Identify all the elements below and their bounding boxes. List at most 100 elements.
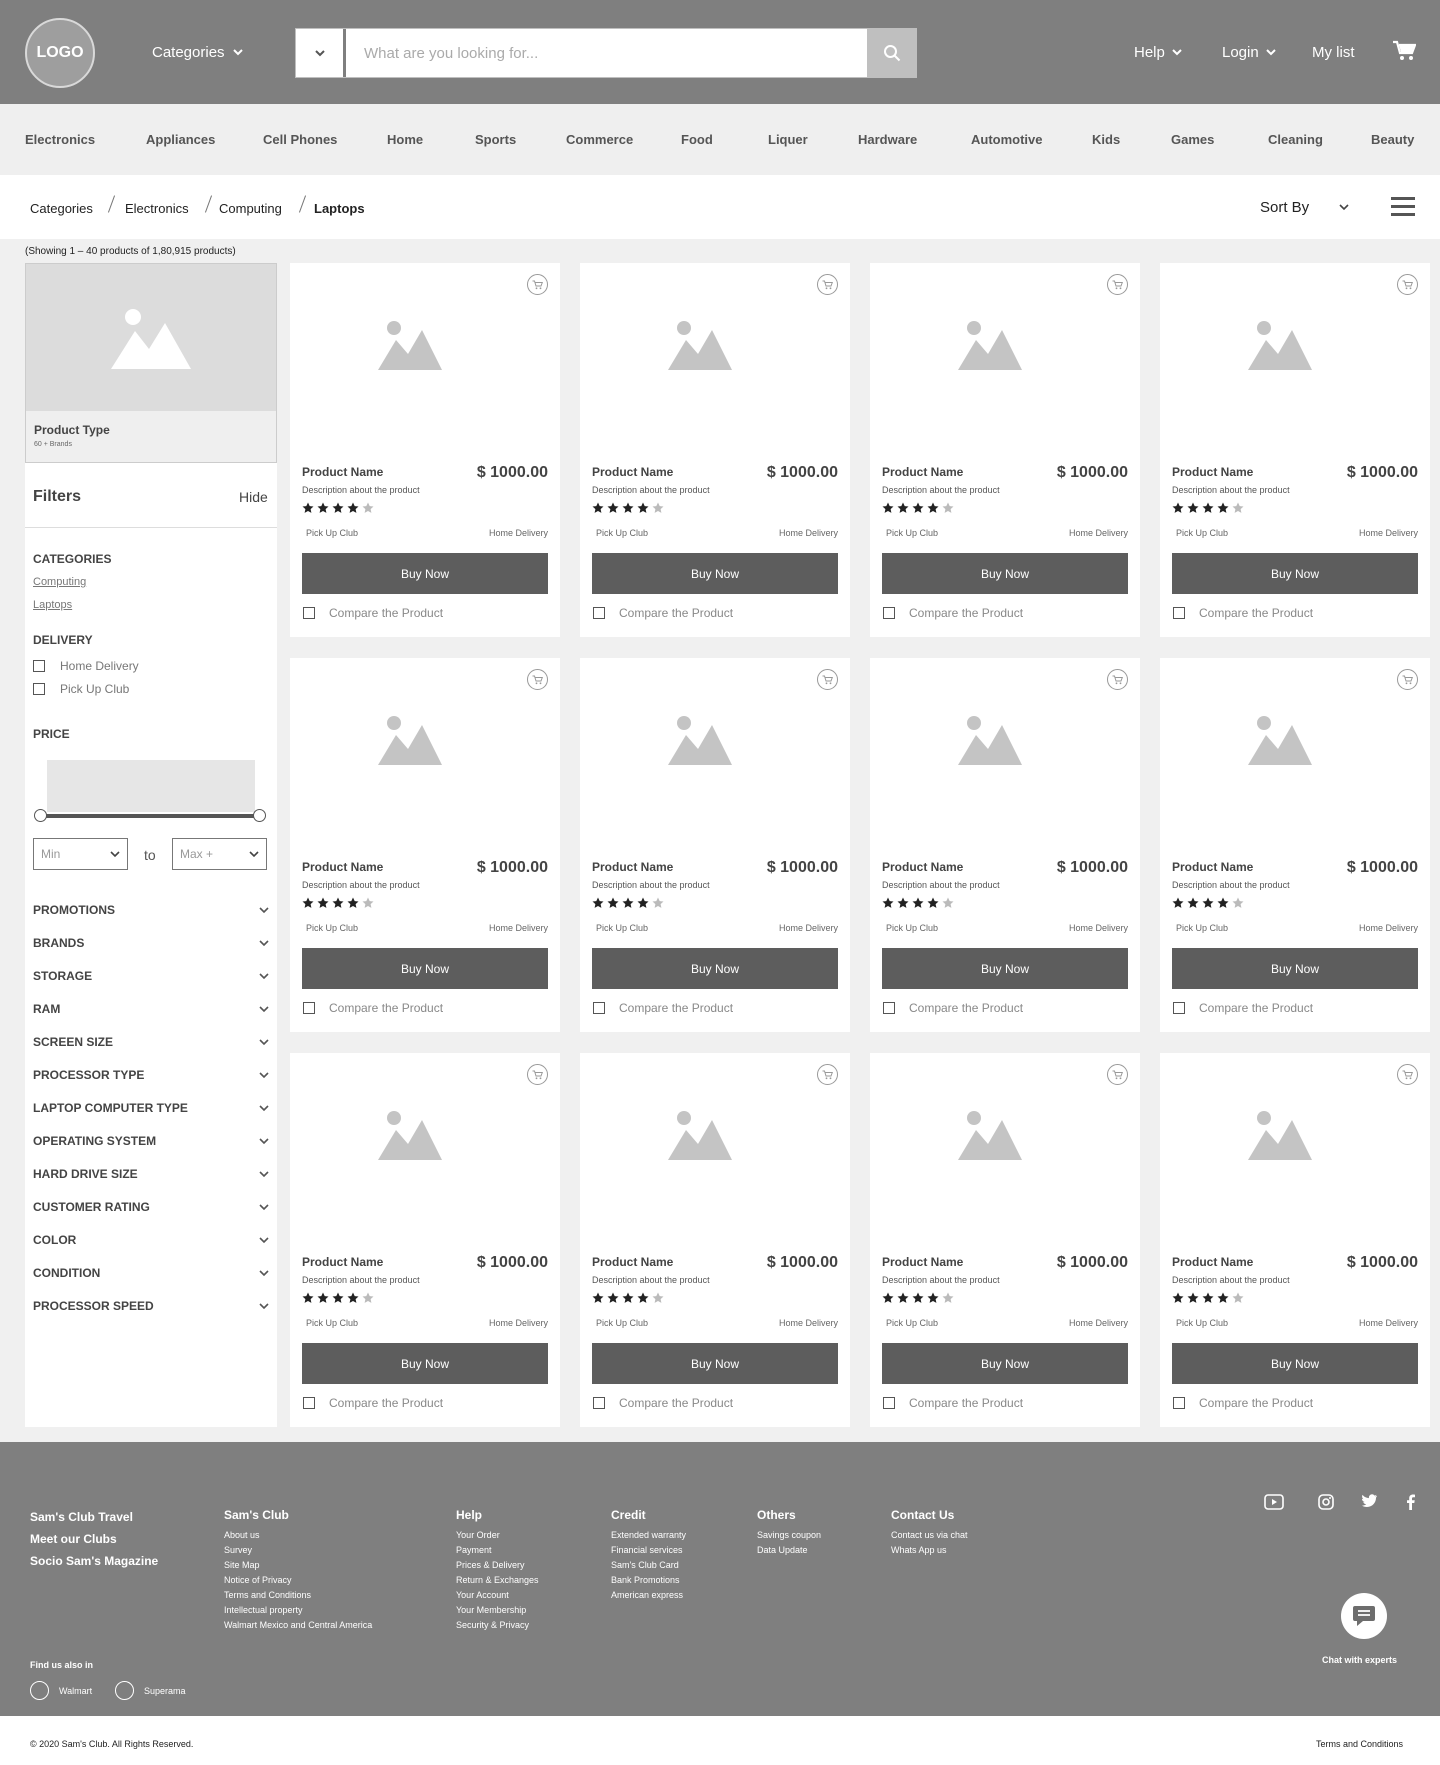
category-link-computing[interactable]: Computing <box>33 576 86 588</box>
compare-checkbox[interactable]: Compare the Product <box>593 1396 733 1410</box>
product-card[interactable]: Product Name $ 1000.00 Description about t… <box>290 1053 560 1427</box>
compare-checkbox[interactable]: Compare the Product <box>303 1396 443 1410</box>
checkbox[interactable] <box>593 1397 605 1409</box>
footer-link[interactable]: Your Membership <box>456 1603 539 1618</box>
accordion-customer-rating[interactable]: CUSTOMER RATING <box>33 1200 269 1214</box>
footer-link[interactable]: Extended warranty <box>611 1528 686 1543</box>
footer-link[interactable]: Intellectual property <box>224 1603 372 1618</box>
footer-link[interactable]: Walmart Mexico and Central America <box>224 1618 372 1633</box>
buy-now-button[interactable]: Buy Now <box>592 948 838 989</box>
product-name[interactable]: Product Name <box>882 1255 963 1269</box>
accordion-brands[interactable]: BRANDS <box>33 936 269 950</box>
product-card[interactable]: Product Name $ 1000.00 Description about t… <box>290 658 560 1032</box>
breadcrumb-computing[interactable]: Computing <box>219 201 282 216</box>
compare-checkbox[interactable]: Compare the Product <box>303 606 443 620</box>
nav-item-food[interactable]: Food <box>681 132 713 147</box>
accordion-processor-speed[interactable]: PROCESSOR SPEED <box>33 1299 269 1313</box>
accordion-hard-drive-size[interactable]: HARD DRIVE SIZE <box>33 1167 269 1181</box>
chat-button[interactable] <box>1341 1593 1387 1639</box>
buy-now-button[interactable]: Buy Now <box>302 948 548 989</box>
footer-link[interactable]: Payment <box>456 1543 539 1558</box>
checkbox[interactable] <box>303 1397 315 1409</box>
checkbox[interactable] <box>1173 1002 1185 1014</box>
search-category-dropdown[interactable] <box>296 29 346 77</box>
buy-now-button[interactable]: Buy Now <box>882 1343 1128 1384</box>
compare-checkbox[interactable]: Compare the Product <box>593 606 733 620</box>
footer-link[interactable]: Bank Promotions <box>611 1573 686 1588</box>
checkbox[interactable] <box>1173 607 1185 619</box>
breadcrumb-laptops[interactable]: Laptops <box>314 201 365 216</box>
sort-by-dropdown[interactable]: Sort By <box>1260 199 1349 216</box>
twitter-icon[interactable] <box>1362 1494 1378 1513</box>
compare-checkbox[interactable]: Compare the Product <box>883 1001 1023 1015</box>
footer-link[interactable]: About us <box>224 1528 372 1543</box>
product-card[interactable]: Product Name $ 1000.00 Description about t… <box>580 1053 850 1427</box>
footer-link-magazine[interactable]: Socio Sam's Magazine <box>30 1554 158 1568</box>
footer-link[interactable]: Whats App us <box>891 1543 968 1558</box>
nav-item-kids[interactable]: Kids <box>1092 132 1120 147</box>
add-to-cart-icon[interactable] <box>817 274 838 295</box>
accordion-screen-size[interactable]: SCREEN SIZE <box>33 1035 269 1049</box>
product-card[interactable]: Product Name $ 1000.00 Description about t… <box>870 263 1140 637</box>
add-to-cart-icon[interactable] <box>1107 1064 1128 1085</box>
accordion-condition[interactable]: CONDITION <box>33 1266 269 1280</box>
buy-now-button[interactable]: Buy Now <box>302 553 548 594</box>
add-to-cart-icon[interactable] <box>527 1064 548 1085</box>
checkbox[interactable] <box>883 1397 895 1409</box>
checkbox[interactable] <box>303 607 315 619</box>
footer-link[interactable]: Return & Exchanges <box>456 1573 539 1588</box>
accordion-color[interactable]: COLOR <box>33 1233 269 1247</box>
footer-link[interactable]: Survey <box>224 1543 372 1558</box>
add-to-cart-icon[interactable] <box>817 669 838 690</box>
checkbox[interactable] <box>33 683 45 695</box>
add-to-cart-icon[interactable] <box>1107 274 1128 295</box>
accordion-storage[interactable]: STORAGE <box>33 969 269 983</box>
product-type-card[interactable]: Product Type 60 + Brands <box>25 263 277 463</box>
facebook-icon[interactable] <box>1406 1494 1415 1515</box>
footer-link[interactable]: Prices & Delivery <box>456 1558 539 1573</box>
find-walmart-link[interactable]: Walmart <box>30 1681 92 1700</box>
compare-checkbox[interactable]: Compare the Product <box>883 606 1023 620</box>
product-card[interactable]: Product Name $ 1000.00 Description about t… <box>1160 658 1430 1032</box>
product-card[interactable]: Product Name $ 1000.00 Description about t… <box>870 1053 1140 1427</box>
nav-item-appliances[interactable]: Appliances <box>146 132 215 147</box>
buy-now-button[interactable]: Buy Now <box>882 948 1128 989</box>
footer-link-travel[interactable]: Sam's Club Travel <box>30 1510 133 1524</box>
compare-checkbox[interactable]: Compare the Product <box>1173 606 1313 620</box>
buy-now-button[interactable]: Buy Now <box>592 1343 838 1384</box>
add-to-cart-icon[interactable] <box>1397 274 1418 295</box>
product-card[interactable]: Product Name $ 1000.00 Description about t… <box>870 658 1140 1032</box>
login-menu[interactable]: Login <box>1222 44 1276 61</box>
add-to-cart-icon[interactable] <box>817 1064 838 1085</box>
footer-link-clubs[interactable]: Meet our Clubs <box>30 1532 117 1546</box>
product-name[interactable]: Product Name <box>592 1255 673 1269</box>
price-min-handle[interactable] <box>34 809 47 822</box>
accordion-ram[interactable]: RAM <box>33 1002 269 1016</box>
checkbox[interactable] <box>1173 1397 1185 1409</box>
product-name[interactable]: Product Name <box>302 860 383 874</box>
category-link-laptops[interactable]: Laptops <box>33 599 72 611</box>
help-menu[interactable]: Help <box>1134 44 1182 61</box>
compare-checkbox[interactable]: Compare the Product <box>1173 1001 1313 1015</box>
product-name[interactable]: Product Name <box>1172 860 1253 874</box>
buy-now-button[interactable]: Buy Now <box>1172 553 1418 594</box>
compare-checkbox[interactable]: Compare the Product <box>1173 1396 1313 1410</box>
product-name[interactable]: Product Name <box>1172 1255 1253 1269</box>
product-name[interactable]: Product Name <box>302 465 383 479</box>
nav-item-sports[interactable]: Sports <box>475 132 516 147</box>
accordion-laptop-computer-type[interactable]: LAPTOP COMPUTER TYPE <box>33 1101 269 1115</box>
search-button[interactable] <box>867 29 916 77</box>
product-card[interactable]: Product Name $ 1000.00 Description about t… <box>1160 1053 1430 1427</box>
my-list-link[interactable]: My list <box>1312 44 1355 61</box>
compare-checkbox[interactable]: Compare the Product <box>883 1396 1023 1410</box>
menu-icon[interactable] <box>1391 197 1415 217</box>
footer-link[interactable]: Security & Privacy <box>456 1618 539 1633</box>
footer-link[interactable]: Data Update <box>757 1543 821 1558</box>
product-card[interactable]: Product Name $ 1000.00 Description about t… <box>580 658 850 1032</box>
product-name[interactable]: Product Name <box>882 465 963 479</box>
footer-link[interactable]: Notice of Privacy <box>224 1573 372 1588</box>
compare-checkbox[interactable]: Compare the Product <box>303 1001 443 1015</box>
footer-link[interactable]: Terms and Conditions <box>224 1588 372 1603</box>
buy-now-button[interactable]: Buy Now <box>592 553 838 594</box>
checkbox[interactable] <box>593 607 605 619</box>
